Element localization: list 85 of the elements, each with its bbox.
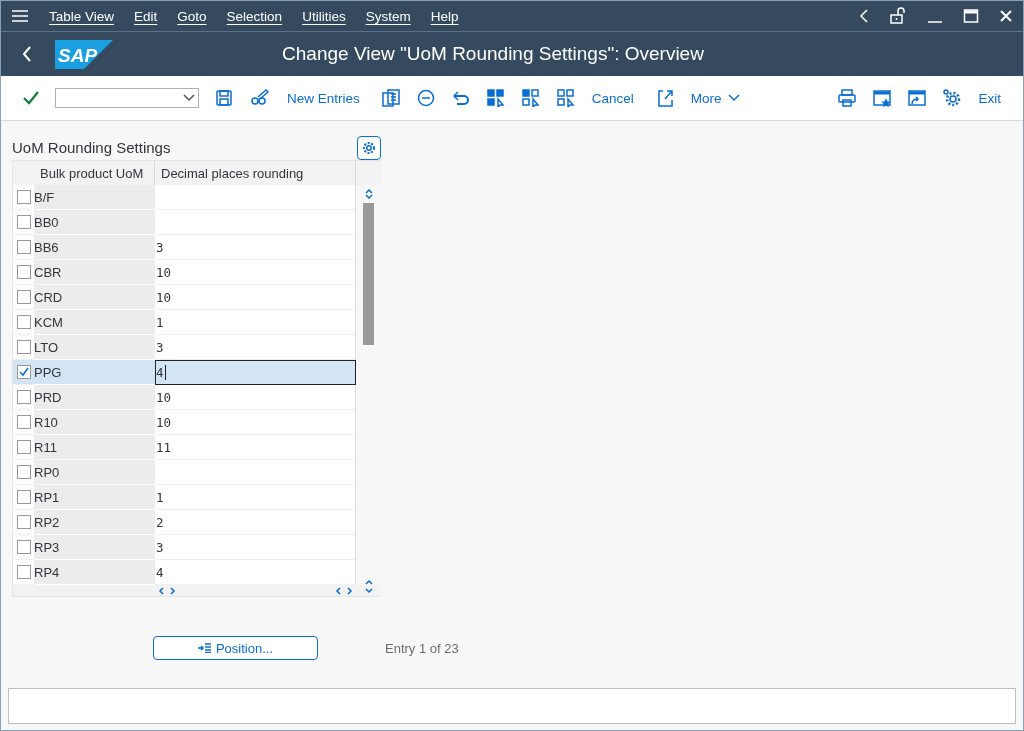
vertical-scrollbar[interactable] [356, 185, 381, 585]
checkmark-icon[interactable] [23, 91, 39, 105]
menu-item[interactable]: Utilities [294, 8, 354, 24]
input-field[interactable]: 4 [155, 360, 356, 385]
row-checkbox[interactable] [16, 465, 31, 479]
grid-cursor-icon[interactable] [486, 89, 505, 107]
chevron-down-icon[interactable] [364, 587, 373, 594]
entry-count: Entry 1 of 23 [385, 640, 459, 656]
row-checkbox[interactable] [16, 315, 31, 329]
menu-item[interactable]: Help [422, 8, 467, 24]
checkmark-icon [18, 367, 29, 377]
save-icon[interactable] [215, 89, 233, 107]
command-field[interactable] [55, 88, 199, 108]
chevron-left-icon[interactable] [158, 586, 164, 595]
table-cell: RP0 [34, 460, 155, 485]
chevron-right-icon[interactable] [347, 586, 353, 595]
menu-icon[interactable] [11, 9, 29, 23]
row-checkbox[interactable] [16, 390, 31, 404]
table-cell: R11 [34, 435, 155, 460]
table-cell: CRD [34, 285, 155, 310]
row-checkbox[interactable] [16, 415, 31, 429]
table-cell: RP1 [34, 485, 155, 510]
settings-icon [362, 140, 376, 155]
back-icon[interactable] [21, 45, 33, 63]
chevron-right-icon[interactable] [170, 586, 176, 595]
table-cell: PPG [34, 360, 155, 385]
scrollbar-thumb[interactable] [363, 203, 374, 345]
menu-item[interactable]: Goto [169, 8, 215, 24]
row-checkbox[interactable] [16, 190, 31, 204]
printer-icon[interactable] [838, 89, 857, 107]
menu-item[interactable]: System [357, 8, 419, 24]
exit-button[interactable]: Exit [978, 90, 1001, 106]
column-header[interactable]: Decimal places rounding [155, 161, 356, 185]
table-cell: LTO [34, 335, 155, 360]
copy-document-icon[interactable] [381, 89, 400, 107]
table-cell: RP4 [34, 560, 155, 585]
unlocked-padlock-icon[interactable] [889, 7, 907, 25]
header-background [13, 161, 34, 185]
table-title: UoM Rounding Settings [12, 139, 171, 156]
row-checkbox[interactable] [16, 565, 31, 579]
row-checkbox[interactable] [16, 515, 31, 529]
cancel-button[interactable]: Cancel [591, 90, 634, 106]
window-title: Change View "UoM Rounding Settings": Overview [281, 43, 705, 65]
row-checkbox[interactable] [16, 365, 31, 379]
table-cell: BB6 [34, 235, 155, 260]
row-checkbox[interactable] [16, 540, 31, 554]
table-cell: BB0 [34, 210, 155, 235]
chevron-down-icon [727, 94, 740, 102]
position-button[interactable]: Position... [153, 636, 318, 660]
chevron-down-icon[interactable] [364, 194, 373, 200]
close-icon[interactable] [999, 9, 1013, 23]
logo: SAP [55, 39, 113, 69]
row-checkbox[interactable] [16, 490, 31, 504]
row-checkbox[interactable] [16, 340, 31, 354]
grid-cursor-icon[interactable] [556, 89, 575, 107]
new-entries-button[interactable]: New Entries [287, 90, 360, 106]
grid-cursor-icon[interactable] [521, 89, 540, 107]
settings-icon[interactable] [943, 89, 962, 107]
table-cell: RP3 [34, 535, 155, 560]
table-cell: R10 [34, 410, 155, 435]
minus-circle-icon[interactable] [416, 89, 435, 107]
row-checkbox[interactable] [16, 265, 31, 279]
table-cell: PRD [34, 385, 155, 410]
chevron-left-icon[interactable] [335, 586, 341, 595]
row-checkbox[interactable] [16, 290, 31, 304]
chevron-down-icon [183, 94, 195, 102]
chevron-up-icon[interactable] [364, 188, 373, 194]
menu-item[interactable]: Selection [218, 8, 291, 24]
table-settings-button[interactable] [357, 135, 381, 160]
table-cell: KCM [34, 310, 155, 335]
chevron-up-icon[interactable] [364, 579, 373, 585]
row-checkbox[interactable] [16, 440, 31, 454]
arrow-to-list-icon [197, 643, 212, 653]
undo-icon[interactable] [451, 89, 470, 107]
export-icon[interactable] [655, 89, 674, 107]
maximize-icon[interactable] [963, 8, 979, 24]
menu-item[interactable]: Table View [41, 8, 123, 24]
table-cell: RP2 [34, 510, 155, 535]
row-checkbox[interactable] [16, 240, 31, 254]
table-cell: B/F [34, 185, 155, 210]
menu-item[interactable]: Edit [126, 8, 166, 24]
row-checkbox[interactable] [16, 215, 31, 229]
table-cell: CBR [34, 260, 155, 285]
more-button[interactable]: More [690, 90, 740, 106]
column-header[interactable]: Bulk product UoM [34, 161, 155, 185]
